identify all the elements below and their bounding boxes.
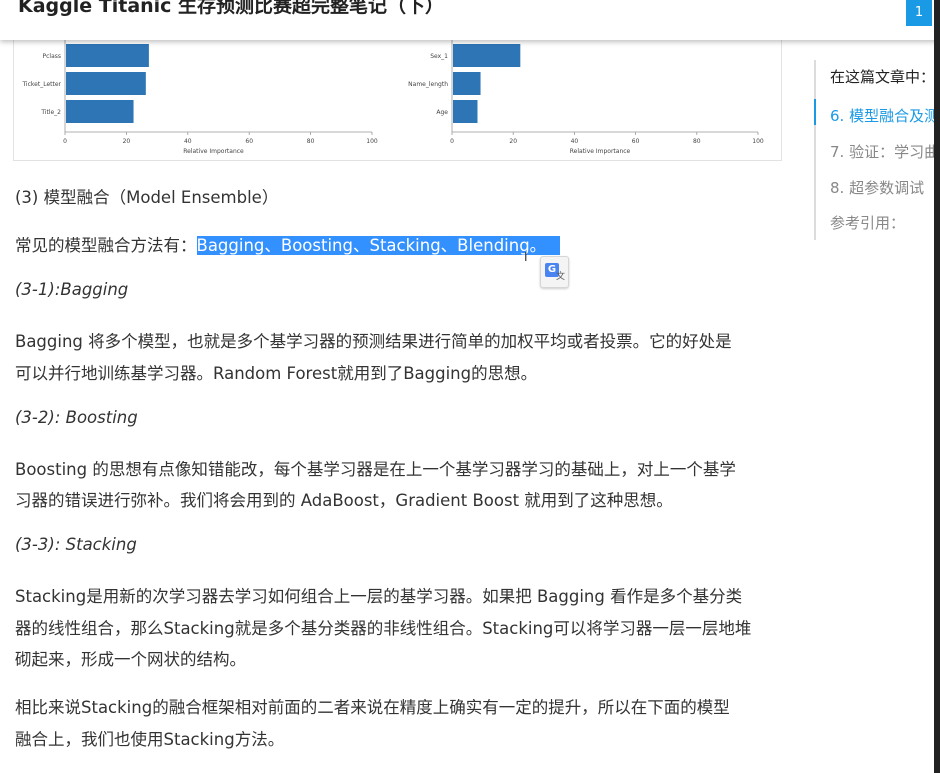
chart-0-tick-label: 0 [63,138,67,145]
toc-item-hyperparameter[interactable]: 8. 超参数调试 [830,177,924,198]
chart-1-tick-label: 40 [571,138,579,145]
chart-1-tick-label: 100 [752,138,764,145]
translate-sub-glyph: 文 [556,272,566,282]
chart-0-tick-label: 60 [245,138,253,145]
chart-0-bar [66,44,149,67]
comparison-text-line-2: 融合上，我们也使用Stacking方法。 [15,730,285,749]
subsection-title-bagging: (3-1):Bagging [15,280,129,299]
stacking-text-line-1: Stacking是用新的次学习器去学习如何组合上一层的基学习器。如果把 Bagg… [15,587,743,606]
boosting-text-line-1: Boosting 的思想有点像知错能改，每个基学习器是在上一个基学习器学习的基础… [15,460,736,479]
page-title: Kaggle Titanic 生存预测比赛超完整笔记（下） [18,0,445,17]
chart-0-category-label: Title_2 [40,109,61,116]
toc-item-references[interactable]: 参考引用： [830,212,905,233]
window-edge [934,0,940,773]
header-action-button[interactable]: 1 [906,0,932,26]
page-header: Kaggle Titanic 生存预测比赛超完整笔记（下） 1 [0,0,940,40]
toc-item-validation[interactable]: 7. 验证：学习曲 [830,141,939,162]
chart-1-tick-label: 0 [450,138,454,145]
google-translate-icon[interactable]: G 文 [540,256,569,288]
chart-1-category-label: Name_length [408,81,448,88]
table-of-contents: 在这篇文章中： 6. 模型融合及测 7. 验证：学习曲 8. 超参数调试 参考引… [814,60,940,240]
chart-0-tick-label: 100 [366,138,378,145]
chart-1-bar [453,44,521,67]
bagging-text-line-2: 可以并行地训练基学习器。Random Forest就用到了Bagging的思想。 [15,364,538,383]
stacking-text-line-3: 砌起来，形成一个网状的结构。 [15,650,246,669]
chart-0-tick-label: 20 [123,138,131,145]
chart-1-tick-label: 20 [509,138,517,145]
chart-1-bar [453,100,478,123]
boosting-text-line-2: 习器的错误进行弥补。我们将会用到的 AdaBoost，Gradient Boos… [15,491,673,510]
chart-0-bar [66,72,146,95]
methods-line: 常见的模型融合方法有：Bagging、Boosting、Stacking、Ble… [15,232,561,256]
selected-methods-text[interactable]: Bagging、Boosting、Stacking、Blending。 [196,236,561,255]
comparison-text-line-1: 相比来说Stacking的融合框架相对前面的二者来说在精度上确实有一定的提升，所… [15,698,730,717]
toc-active-indicator [814,99,816,125]
bagging-text-line-1: Bagging 将多个模型，也就是多个基学习器的预测结果进行简单的加权平均或者投… [15,332,732,351]
chart-0-tick-label: 40 [184,138,192,145]
text-cursor-icon: I [524,250,528,264]
chart-1-x-axis-label: Relative Importance [570,148,631,155]
chart-0-category-label: Pclass [42,53,61,60]
chart-0-tick-label: 80 [307,138,315,145]
toc-title: 在这篇文章中： [830,68,936,86]
subsection-title-boosting: (3-2): Boosting [15,408,138,427]
subsection-title-stacking: (3-3): Stacking [15,535,137,554]
chart-1-tick-label: 60 [632,138,640,145]
chart-1-category-label: Age [436,109,448,116]
methods-prefix: 常见的模型融合方法有： [15,236,197,255]
chart-0-bar [66,100,134,123]
section-title: (3) 模型融合（Model Ensemble） [15,188,279,207]
chart-0-x-axis-label: Relative Importance [183,148,244,155]
toc-item-model-ensemble[interactable]: 6. 模型融合及测 [830,105,939,126]
chart-1-category-label: Sex_1 [430,53,448,60]
chart-svg: Pclass Ticket_Letter Title_2 0 20 40 60 80 100 Re… [21,40,764,155]
chart-1-bar [453,72,481,95]
chart-1-tick-label: 80 [693,138,701,145]
feature-importance-charts: Pclass Ticket_Letter Title_2 0 20 40 60 80 100 Re… [13,40,782,161]
stacking-text-line-2: 器的线性组合，那么Stacking就是多个基分类器的非线性组合。Stacking… [15,619,752,638]
chart-0-category-label: Ticket_Letter [21,81,61,88]
